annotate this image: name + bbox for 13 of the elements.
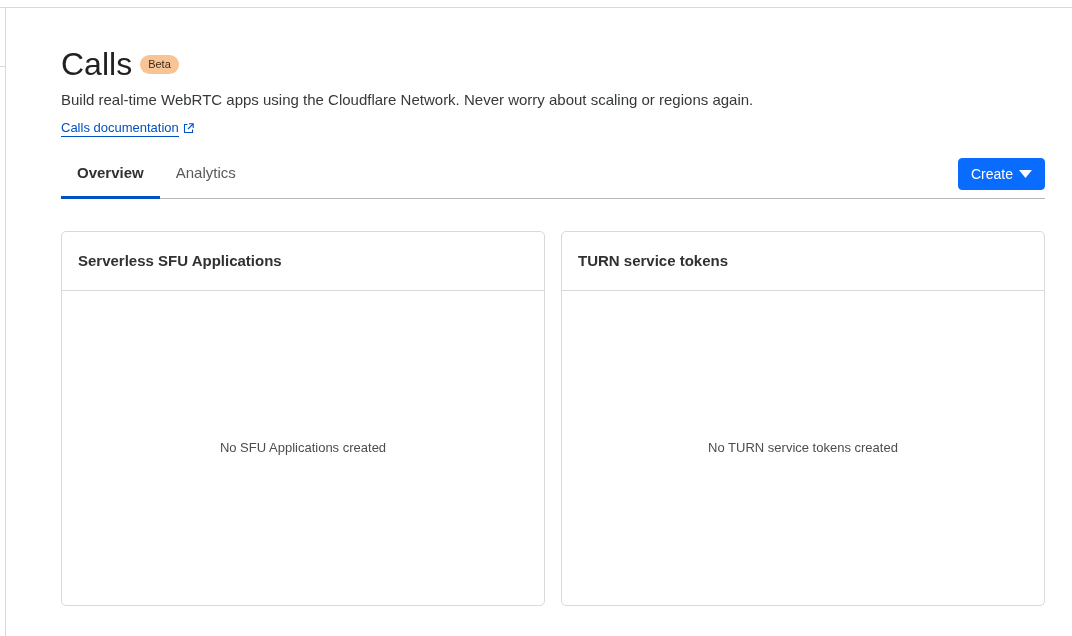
empty-message: No SFU Applications created [219, 439, 387, 458]
page-description: Build real-time WebRTC apps using the Cloudflare Network. Never worry about scaling or regions again. [61, 90, 755, 110]
external-link-icon [182, 123, 194, 134]
tab[interactable]: Analytics [159, 155, 252, 199]
page-title: Calls [61, 45, 133, 84]
documentation-link[interactable]: Calls documentation [61, 120, 179, 137]
create-button[interactable]: Create [957, 158, 1045, 190]
empty-message: No TURN service tokens created [708, 439, 898, 458]
card-title: Serverless SFU Applications [78, 252, 282, 269]
tab[interactable]: Overview [61, 155, 160, 199]
beta-badge: Beta [140, 54, 179, 74]
card-title: TURN service tokens [578, 252, 729, 269]
caret-down-icon [1019, 170, 1032, 178]
